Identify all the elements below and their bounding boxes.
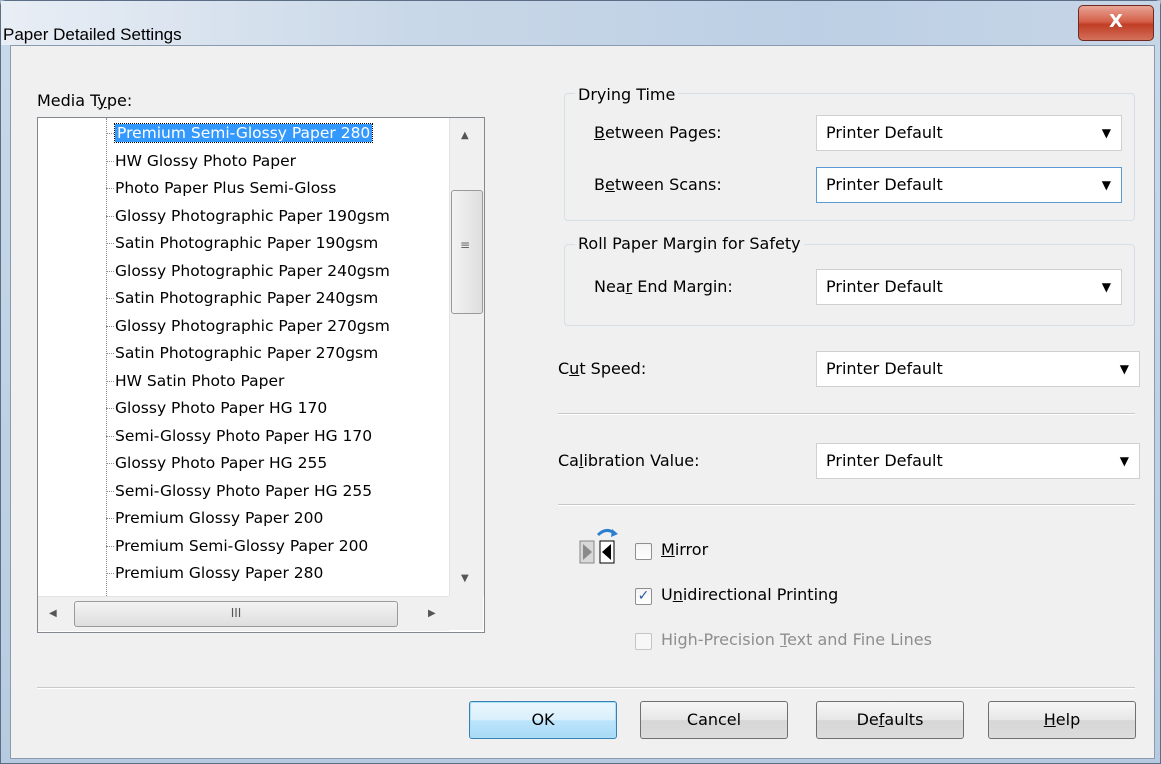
tree-item-label: Semi-Glossy Photo Paper HG 255 <box>115 481 373 500</box>
tree-item-label: HW Glossy Photo Paper <box>115 151 296 170</box>
horizontal-scrollbar[interactable]: ◀ III ▶ <box>38 596 449 631</box>
between-pages-label: Between Pages: <box>594 123 722 142</box>
tree-item[interactable]: Glossy Photographic Paper 270gsm <box>106 315 390 337</box>
drying-time-label: Drying Time <box>575 85 679 104</box>
tree-item-label: Photo Paper Plus Semi-Gloss <box>115 179 337 197</box>
between-scans-select[interactable]: Printer Default ▼ <box>816 167 1122 203</box>
scroll-left-icon[interactable]: ◀ <box>49 608 57 619</box>
mirror-checkbox[interactable] <box>635 543 652 560</box>
tree-item[interactable]: Glossy Photographic Paper 240gsm <box>106 260 390 282</box>
high-precision-label: High-Precision Text and Fine Lines <box>661 630 932 649</box>
tree-item-label: Glossy Photographic Paper 190gsm <box>115 206 390 225</box>
tree-guide-line <box>106 118 107 596</box>
tree-item-label: Satin Photographic Paper 270gsm <box>115 344 379 362</box>
chevron-down-icon: ▼ <box>1101 126 1111 140</box>
dialog-window: Paper Detailed Settings X Media Type: Pr… <box>0 0 1161 764</box>
chevron-down-icon: ▼ <box>1119 362 1129 376</box>
tree-item-label: Premium Glossy Paper 280 <box>115 564 324 582</box>
tree-item-label: Glossy Photo Paper HG 170 <box>115 399 328 417</box>
tree-item-label: HW Satin Photo Paper <box>115 371 285 390</box>
defaults-button[interactable]: Defaults <box>816 701 964 739</box>
tree-item[interactable]: Glossy Photo Paper HG 255 <box>105 452 328 474</box>
between-scans-label: Between Scans: <box>594 175 722 194</box>
scroll-up-icon[interactable]: ▲ <box>461 130 469 141</box>
mirror-flip-icon <box>578 525 626 565</box>
chevron-down-icon: ▼ <box>1101 280 1111 294</box>
tree-item[interactable]: Glossy Photographic Paper 190gsm <box>106 205 390 227</box>
roll-margin-label: Roll Paper Margin for Safety <box>575 234 804 253</box>
tree-item[interactable]: Satin Photographic Paper 190gsm <box>105 232 379 254</box>
tree-item[interactable]: Satin Photographic Paper 240gsm <box>105 287 379 309</box>
tree-item-label: Glossy Photo Paper HG 255 <box>115 454 328 472</box>
bottom-separator <box>37 687 1135 689</box>
unidirectional-checkbox[interactable]: ✓ <box>635 588 652 605</box>
cancel-button[interactable]: Cancel <box>640 701 788 739</box>
tree-item-label: Glossy Photographic Paper 240gsm <box>115 261 390 280</box>
mirror-label[interactable]: Mirror <box>661 540 708 559</box>
tree-item[interactable]: HW Satin Photo Paper <box>105 370 285 392</box>
tree-item[interactable]: Premium Semi-Glossy Paper 280 <box>105 122 374 144</box>
window-title: Paper Detailed Settings <box>3 25 182 44</box>
tree-item-label: Premium Glossy Paper 200 <box>115 509 324 527</box>
tree-item[interactable]: HW Glossy Photo Paper <box>106 150 296 172</box>
checkmark-icon: ✓ <box>637 588 650 604</box>
tree-item[interactable]: Semi-Glossy Photo Paper HG 255 <box>105 480 373 502</box>
vertical-scroll-thumb[interactable]: ≡ <box>451 190 483 314</box>
cut-speed-select[interactable]: Printer Default ▼ <box>816 351 1140 387</box>
near-end-margin-label: Near End Margin: <box>594 277 733 296</box>
scroll-right-icon[interactable]: ▶ <box>428 608 436 619</box>
scroll-down-icon[interactable]: ▼ <box>461 573 469 584</box>
unidirectional-label[interactable]: Unidirectional Printing <box>661 585 838 604</box>
media-type-tree[interactable]: Premium Semi-Glossy Paper 280 HW Glossy P… <box>37 117 485 633</box>
cut-speed-label: Cut Speed: <box>558 359 647 378</box>
separator <box>558 504 1135 506</box>
tree-item[interactable]: Premium Glossy Paper 280 <box>105 562 324 584</box>
horizontal-scroll-thumb[interactable]: III <box>74 601 398 627</box>
tree-item[interactable]: Glossy Photo Paper HG 170 <box>105 397 328 419</box>
chevron-down-icon: ▼ <box>1119 454 1129 468</box>
media-type-label: Media Type: <box>37 91 133 110</box>
chevron-down-icon: ▼ <box>1101 178 1111 192</box>
between-pages-select[interactable]: Printer Default ▼ <box>816 115 1122 151</box>
vertical-scrollbar[interactable]: ▲ ≡ ▼ <box>449 118 484 596</box>
near-end-margin-select[interactable]: Printer Default ▼ <box>816 269 1122 305</box>
tree-item-label: Satin Photographic Paper 190gsm <box>115 234 379 252</box>
tree-item-label: Premium Semi-Glossy Paper 200 <box>115 536 369 555</box>
tree-item-label: Semi-Glossy Photo Paper HG 170 <box>115 426 373 445</box>
calibration-label: Calibration Value: <box>558 451 700 470</box>
thumb-grip-icon: ≡ <box>460 238 471 252</box>
close-button[interactable]: X <box>1078 5 1154 41</box>
tree-item[interactable]: Satin Photographic Paper 270gsm <box>105 342 379 364</box>
tree-item-label: Premium Semi-Glossy Paper 280 <box>113 123 374 143</box>
tree-item[interactable]: Semi-Glossy Photo Paper HG 170 <box>105 425 373 447</box>
calibration-select[interactable]: Printer Default ▼ <box>816 443 1140 479</box>
tree-item[interactable]: Premium Semi-Glossy Paper 200 <box>105 535 369 557</box>
tree-item[interactable]: Photo Paper Plus Semi-Gloss <box>105 177 337 199</box>
scroll-corner <box>449 596 483 630</box>
tree-item[interactable]: Premium Glossy Paper 200 <box>105 507 324 529</box>
ok-button[interactable]: OK <box>469 701 617 739</box>
tree-item-label: Glossy Photographic Paper 270gsm <box>115 316 390 335</box>
title-bar[interactable]: Paper Detailed Settings X <box>1 1 1160 45</box>
tree-item-label: Satin Photographic Paper 240gsm <box>115 289 379 307</box>
separator <box>558 413 1135 415</box>
high-precision-checkbox <box>635 633 652 650</box>
help-button[interactable]: Help <box>988 701 1136 739</box>
